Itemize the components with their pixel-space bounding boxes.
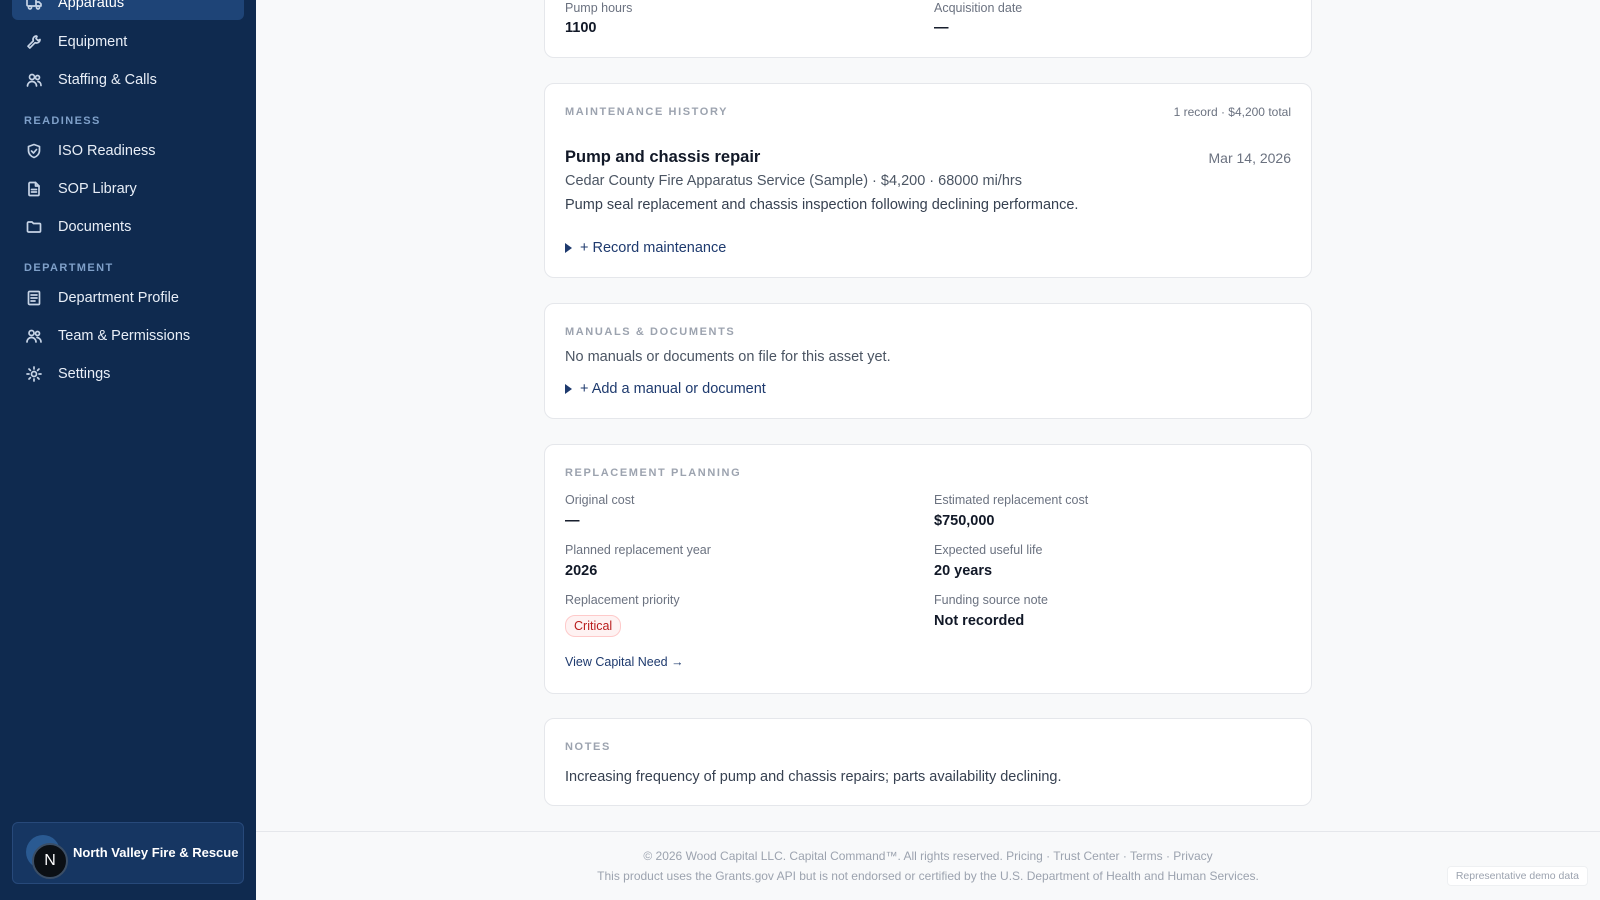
section-title: NOTES bbox=[565, 741, 611, 753]
sidebar-item-equipment[interactable]: Equipment bbox=[12, 25, 244, 59]
sidebar-item-sop-library[interactable]: SOP Library bbox=[12, 172, 244, 206]
manuals-documents-card: MANUALS & DOCUMENTS No manuals or docume… bbox=[544, 303, 1312, 419]
sidebar-item-label: Equipment bbox=[58, 34, 128, 50]
original-cost-label: Original cost bbox=[565, 493, 635, 507]
department-name: North Valley Fire & Rescue bbox=[73, 845, 239, 860]
sidebar-item-label: Staffing & Calls bbox=[58, 72, 157, 88]
maintenance-record-date: Mar 14, 2026 bbox=[1208, 150, 1292, 166]
section-title: REPLACEMENT PLANNING bbox=[565, 467, 742, 479]
disclosure-triangle-icon bbox=[565, 243, 572, 253]
section-title: MANUALS & DOCUMENTS bbox=[565, 326, 736, 338]
estimated-replacement-cost-value: $750,000 bbox=[934, 513, 995, 529]
disclosure-triangle-icon bbox=[565, 384, 572, 394]
document-icon bbox=[26, 290, 42, 306]
funding-source-value: Not recorded bbox=[934, 613, 1025, 629]
planned-replacement-year-value: 2026 bbox=[565, 563, 598, 579]
sidebar-item-label: Apparatus bbox=[58, 0, 125, 11]
department-switcher[interactable]: N North Valley Fire & Rescue bbox=[12, 822, 244, 884]
footer: © 2026 Wood Capital LLC. Capital Command… bbox=[256, 831, 1600, 900]
sidebar-item-label: Settings bbox=[58, 366, 111, 382]
maintenance-record-meta: Cedar County Fire Apparatus Service (Sam… bbox=[565, 173, 1022, 189]
add-manual-label: + Add a manual or document bbox=[580, 381, 766, 397]
avatar: N bbox=[32, 843, 68, 879]
original-cost-value: — bbox=[565, 513, 580, 529]
shield-check-icon bbox=[26, 143, 42, 159]
sidebar-item-label: Team & Permissions bbox=[58, 328, 191, 344]
funding-source-label: Funding source note bbox=[934, 593, 1048, 607]
planned-replacement-year-label: Planned replacement year bbox=[565, 543, 711, 557]
demo-data-tag: Representative demo data bbox=[1446, 866, 1588, 886]
replacement-planning-card: REPLACEMENT PLANNING Original cost — Est… bbox=[544, 444, 1312, 694]
gear-icon bbox=[26, 366, 42, 382]
expected-useful-life-value: 20 years bbox=[934, 563, 993, 579]
notes-text: Increasing frequency of pump and chassis… bbox=[565, 769, 1062, 785]
sidebar-item-label: Documents bbox=[58, 219, 132, 235]
replacement-priority-label: Replacement priority bbox=[565, 593, 680, 607]
manuals-empty-text: No manuals or documents on file for this… bbox=[565, 349, 891, 365]
sidebar-item-settings[interactable]: Settings bbox=[12, 357, 244, 391]
maintenance-record-description: Pump seal replacement and chassis inspec… bbox=[565, 197, 1079, 213]
pump-hours-label: Pump hours bbox=[565, 1, 633, 15]
team-icon bbox=[26, 328, 42, 344]
apparatus-details-card: Pump hours 1100 Acquisition date — bbox=[544, 0, 1312, 58]
section-title: MAINTENANCE HISTORY bbox=[565, 106, 729, 118]
sidebar-item-apparatus[interactable]: Apparatus bbox=[12, 0, 244, 20]
main-content: Pump hours 1100 Acquisition date — MAINT… bbox=[256, 0, 1600, 900]
add-manual-toggle[interactable]: + Add a manual or document bbox=[565, 381, 766, 397]
record-maintenance-toggle[interactable]: + Record maintenance bbox=[565, 240, 726, 256]
section-label-department: DEPARTMENT bbox=[24, 262, 114, 274]
sidebar-item-department-profile[interactable]: Department Profile bbox=[12, 281, 244, 315]
notes-card: NOTES Increasing frequency of pump and c… bbox=[544, 718, 1312, 806]
wrench-icon bbox=[26, 34, 42, 50]
footer-disclaimer: This product uses the Grants.gov API but… bbox=[597, 869, 1259, 883]
sidebar-item-team-permissions[interactable]: Team & Permissions bbox=[12, 319, 244, 353]
folder-icon bbox=[26, 219, 42, 235]
expected-useful-life-label: Expected useful life bbox=[934, 543, 1043, 557]
record-maintenance-label: + Record maintenance bbox=[580, 240, 727, 256]
maintenance-record-title: Pump and chassis repair bbox=[565, 148, 761, 166]
sidebar-item-documents[interactable]: Documents bbox=[12, 210, 244, 244]
estimated-replacement-cost-label: Estimated replacement cost bbox=[934, 493, 1089, 507]
file-text-icon bbox=[26, 181, 42, 197]
sidebar-item-label: Department Profile bbox=[58, 290, 179, 306]
sidebar-item-iso-readiness[interactable]: ISO Readiness bbox=[12, 134, 244, 168]
sidebar: Apparatus Equipment Staffing & Calls REA… bbox=[0, 0, 256, 900]
status-badge: Critical bbox=[565, 615, 622, 637]
section-label-readiness: READINESS bbox=[24, 115, 101, 127]
footer-copyright: © 2026 Wood Capital LLC. Capital Command… bbox=[643, 849, 1213, 863]
users-icon bbox=[26, 72, 42, 88]
acquisition-date-label: Acquisition date bbox=[934, 1, 1023, 15]
maintenance-summary: 1 record · $4,200 total bbox=[1173, 105, 1291, 119]
priority-badge-wrap: Critical bbox=[565, 615, 622, 637]
sidebar-item-staffing-calls[interactable]: Staffing & Calls bbox=[12, 63, 244, 97]
maintenance-history-card: MAINTENANCE HISTORY 1 record · $4,200 to… bbox=[544, 83, 1312, 278]
truck-icon bbox=[26, 0, 42, 11]
sidebar-item-label: ISO Readiness bbox=[58, 143, 156, 159]
sidebar-item-label: SOP Library bbox=[58, 181, 137, 197]
acquisition-date-value: — bbox=[934, 20, 949, 36]
pump-hours-value: 1100 bbox=[565, 20, 597, 36]
view-capital-need-link[interactable]: View Capital Need → bbox=[565, 655, 684, 669]
